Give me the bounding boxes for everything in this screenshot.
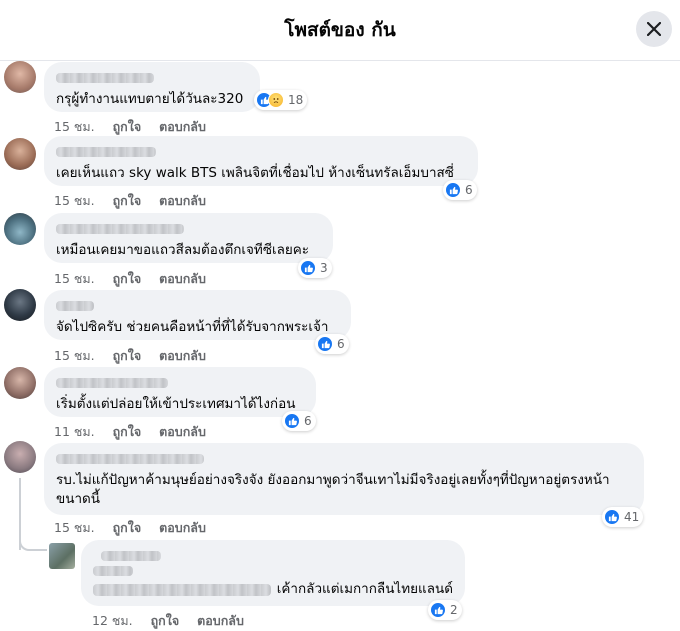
commenter-name-blurred[interactable] bbox=[56, 147, 156, 157]
comment-text: เริ่มตั้งแต่ปล่อยให้เข้าประเทศมาได้ไงก่อ… bbox=[56, 396, 296, 412]
commenter-name-blurred[interactable] bbox=[56, 454, 204, 464]
reaction-summary[interactable]: 6 bbox=[315, 334, 349, 354]
comment-time[interactable]: 15 ชม. bbox=[54, 269, 95, 289]
comment-text: รบ.ไม่แก้ปัญหาค้ามนุษย์อย่างจริงจัง ยังอ… bbox=[56, 472, 610, 507]
blurred-content bbox=[93, 566, 133, 576]
reaction-count: 6 bbox=[337, 337, 345, 351]
comment-bubble: รบ.ไม่แก้ปัญหาค้ามนุษย์อย่างจริงจัง ยังอ… bbox=[44, 443, 644, 515]
avatar[interactable] bbox=[49, 543, 75, 569]
reply-button[interactable]: ตอบกลับ bbox=[159, 346, 206, 366]
avatar[interactable] bbox=[4, 213, 36, 245]
reaction-count: 3 bbox=[320, 261, 328, 275]
reaction-summary[interactable]: 6 bbox=[443, 180, 477, 200]
reply-button[interactable]: ตอบกลับ bbox=[197, 611, 244, 631]
blurred-mention[interactable] bbox=[93, 583, 271, 596]
reply-button[interactable]: ตอบกลับ bbox=[159, 422, 206, 442]
comment-time[interactable]: 12 ชม. bbox=[92, 611, 133, 631]
thread-connector bbox=[19, 535, 47, 551]
avatar[interactable] bbox=[4, 367, 36, 399]
reaction-summary[interactable]: 6 bbox=[282, 411, 316, 431]
close-icon bbox=[647, 22, 661, 36]
comment-text: เค้ากลัวแต่เมกากลืนไทยแลนด์ bbox=[276, 581, 453, 597]
reply-button[interactable]: ตอบกลับ bbox=[159, 269, 206, 289]
reaction-summary[interactable]: 2 bbox=[428, 600, 462, 620]
close-button[interactable] bbox=[636, 11, 672, 47]
comment-text-row: เค้ากลัวแต่เมกากลืนไทยแลนด์ bbox=[93, 580, 453, 599]
comment-text: กรุผู้ทำงานแทบตายได้วันละ320 bbox=[56, 91, 244, 107]
reaction-count: 2 bbox=[450, 603, 458, 617]
reply-button[interactable]: ตอบกลับ bbox=[159, 117, 206, 137]
like-reaction-icon bbox=[445, 182, 461, 198]
comment-meta: 15 ชม. ถูกใจ ตอบกลับ bbox=[54, 346, 224, 366]
like-reaction-icon bbox=[284, 413, 300, 429]
like-reaction-icon bbox=[300, 260, 316, 276]
avatar[interactable] bbox=[4, 289, 36, 321]
commenter-name-blurred[interactable] bbox=[56, 73, 154, 83]
avatar[interactable] bbox=[4, 61, 36, 93]
like-button[interactable]: ถูกใจ bbox=[113, 117, 142, 137]
comment-meta: 15 ชม. ถูกใจ ตอบกลับ bbox=[54, 191, 224, 211]
like-button[interactable]: ถูกใจ bbox=[113, 346, 142, 366]
like-button[interactable]: ถูกใจ bbox=[113, 191, 142, 211]
commenter-name-blurred[interactable] bbox=[56, 378, 168, 388]
comment-text: จัดไปซิครับ ช่วยคนคือหน้าที่ที่ได้รับจาก… bbox=[56, 319, 329, 335]
reaction-summary[interactable]: 41 bbox=[602, 507, 644, 527]
reaction-count: 6 bbox=[465, 183, 473, 197]
comment-bubble: เค้ากลัวแต่เมกากลืนไทยแลนด์ bbox=[81, 540, 465, 606]
comment-bubble: จัดไปซิครับ ช่วยคนคือหน้าที่ที่ได้รับจาก… bbox=[44, 290, 351, 340]
comment-meta: 15 ชม. ถูกใจ ตอบกลับ bbox=[54, 518, 224, 538]
like-reaction-icon bbox=[317, 336, 333, 352]
reaction-count: 18 bbox=[288, 93, 304, 107]
comment-text: เคยเห็นแถว sky walk BTS เพลินจิตที่เชื่อ… bbox=[56, 165, 454, 181]
commenter-name-blurred[interactable] bbox=[101, 551, 161, 561]
like-reaction-icon bbox=[430, 602, 446, 618]
comment-time[interactable]: 11 ชม. bbox=[54, 422, 95, 442]
comment-time[interactable]: 15 ชม. bbox=[54, 117, 95, 137]
comment-bubble: กรุผู้ทำงานแทบตายได้วันละ320 bbox=[44, 62, 260, 112]
reaction-count: 6 bbox=[304, 414, 312, 428]
dialog-header: โพสต์ของ กัน bbox=[0, 0, 680, 61]
dialog-title: โพสต์ของ กัน bbox=[284, 19, 396, 41]
reaction-summary[interactable]: 18 bbox=[254, 90, 308, 110]
comment-bubble: เคยเห็นแถว sky walk BTS เพลินจิตที่เชื่อ… bbox=[44, 136, 478, 186]
comment-meta: 11 ชม. ถูกใจ ตอบกลับ bbox=[54, 422, 224, 442]
comment-meta: 12 ชม. ถูกใจ ตอบกลับ bbox=[92, 611, 262, 631]
comment-time[interactable]: 15 ชม. bbox=[54, 518, 95, 538]
like-button[interactable]: ถูกใจ bbox=[113, 518, 142, 538]
like-reaction-icon bbox=[604, 509, 620, 525]
comment-time[interactable]: 15 ชม. bbox=[54, 346, 95, 366]
commenter-name-blurred[interactable] bbox=[56, 301, 94, 311]
like-button[interactable]: ถูกใจ bbox=[113, 422, 142, 442]
comment-bubble: เหมือนเคยมาขอแถวสีลมต้องตึกเจทีซีเลยคะ bbox=[44, 213, 333, 263]
reply-button[interactable]: ตอบกลับ bbox=[159, 518, 206, 538]
comment-meta: 15 ชม. ถูกใจ ตอบกลับ bbox=[54, 269, 224, 289]
comment-bubble: เริ่มตั้งแต่ปล่อยให้เข้าประเทศมาได้ไงก่อ… bbox=[44, 367, 316, 417]
reply-button[interactable]: ตอบกลับ bbox=[159, 191, 206, 211]
comment-text: เหมือนเคยมาขอแถวสีลมต้องตึกเจทีซีเลยคะ bbox=[56, 242, 310, 258]
avatar[interactable] bbox=[4, 441, 36, 473]
avatar[interactable] bbox=[4, 138, 36, 170]
sad-reaction-icon bbox=[268, 92, 284, 108]
reaction-count: 41 bbox=[624, 510, 640, 524]
like-button[interactable]: ถูกใจ bbox=[113, 269, 142, 289]
like-button[interactable]: ถูกใจ bbox=[151, 611, 180, 631]
comment-meta: 15 ชม. ถูกใจ ตอบกลับ bbox=[54, 117, 224, 137]
reaction-summary[interactable]: 3 bbox=[298, 258, 332, 278]
commenter-name-blurred[interactable] bbox=[56, 224, 184, 234]
comment-time[interactable]: 15 ชม. bbox=[54, 191, 95, 211]
